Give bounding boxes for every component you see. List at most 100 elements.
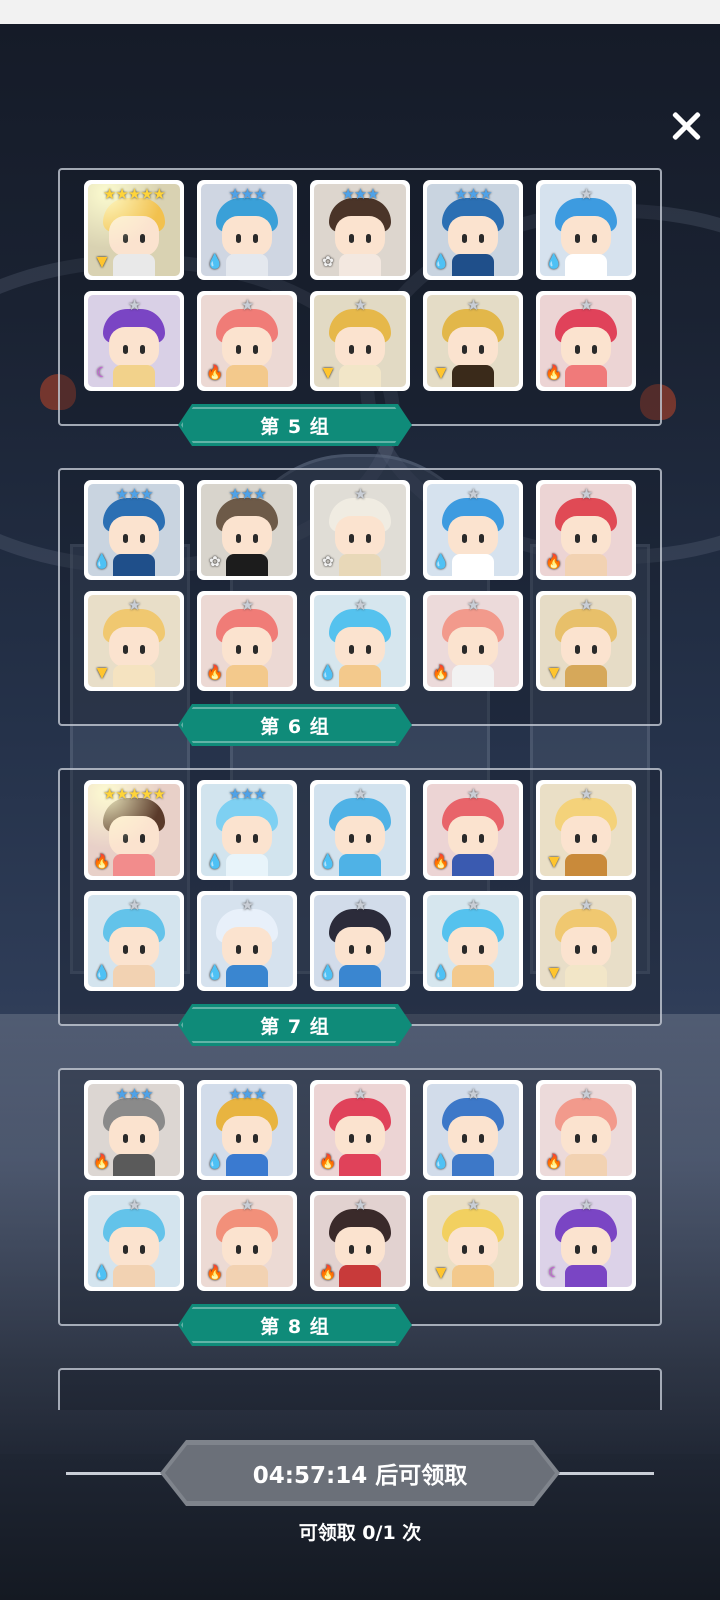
- hero-card[interactable]: ★ ✿: [310, 480, 410, 580]
- star-rating: ★: [466, 485, 480, 503]
- hero-card[interactable]: ★ 💧: [423, 1080, 523, 1180]
- group-label: 第 6 组: [178, 704, 412, 746]
- close-icon[interactable]: [664, 104, 708, 148]
- hero-card[interactable]: ★ ☾: [536, 1191, 636, 1291]
- hero-card[interactable]: ★★★ 🔥: [84, 1080, 184, 1180]
- hero-portrait: ★ ☾: [540, 1195, 632, 1287]
- hero-card[interactable]: ★ 💧: [84, 1191, 184, 1291]
- star-rating: ★: [353, 596, 367, 614]
- fire-element-icon: 🔥: [319, 1154, 337, 1170]
- hero-portrait: ★ 💧: [427, 1084, 519, 1176]
- star-rating: ★★★: [228, 1085, 266, 1103]
- dark-element-icon: ☾: [547, 1265, 561, 1281]
- star-rating: ★★★★★: [102, 785, 166, 803]
- claim-count: 可领取 0/1 次: [298, 1522, 422, 1544]
- star-rating: ★: [353, 785, 367, 803]
- hero-card[interactable]: ★ ▼: [536, 891, 636, 991]
- hero-portrait: ★ 💧: [88, 1195, 180, 1287]
- group-panel: ★★★★★ ▼ ★★★ 💧 ★★★ ✿ ★★★ 💧 ★ 💧 ★ ☾ ★ 🔥 ★ ▼ ★ ▼ ★ 🔥: [58, 168, 662, 426]
- hero-card[interactable]: ★ ▼: [84, 591, 184, 691]
- hero-card[interactable]: ★ 💧: [84, 891, 184, 991]
- hero-card[interactable]: ★★★ 💧: [423, 180, 523, 280]
- group-panel: ★★★ 🔥 ★★★ 💧 ★ 🔥 ★ 💧 ★ 🔥 ★ 💧 ★ 🔥 ★ 🔥 ★ ▼ ★ ☾: [58, 1068, 662, 1326]
- star-rating: ★★★: [228, 185, 266, 203]
- fire-element-icon: 🔥: [545, 1154, 563, 1170]
- hero-card[interactable]: ★★★ ✿: [197, 480, 297, 580]
- water-element-icon: 💧: [93, 554, 111, 570]
- hero-portrait: ★ ▼: [540, 784, 632, 876]
- star-rating: ★: [579, 185, 593, 203]
- hero-card[interactable]: ★ ☾: [84, 291, 184, 391]
- hero-card[interactable]: ★ 💧: [423, 891, 523, 991]
- hero-card[interactable]: ★ 💧: [423, 480, 523, 580]
- status-bar: [0, 0, 720, 24]
- water-element-icon: 💧: [319, 854, 337, 870]
- hero-portrait: ★★★ 🔥: [88, 1084, 180, 1176]
- hero-card[interactable]: ★ 💧: [310, 591, 410, 691]
- water-element-icon: 💧: [545, 254, 563, 270]
- hero-card[interactable]: ★ ▼: [536, 591, 636, 691]
- fire-element-icon: 🔥: [432, 665, 450, 681]
- hero-card[interactable]: ★ 🔥: [310, 1080, 410, 1180]
- hero-grid: ★★★ 🔥 ★★★ 💧 ★ 🔥 ★ 💧 ★ 🔥 ★ 💧 ★ 🔥 ★ 🔥 ★ ▼ ★ ☾: [84, 1080, 636, 1291]
- hero-portrait: ★ 💧: [314, 895, 406, 987]
- hero-portrait: ★ ✿: [314, 484, 406, 576]
- hero-portrait: ★★★ ✿: [314, 184, 406, 276]
- light-element-icon: ▼: [435, 365, 447, 381]
- light-element-icon: ▼: [96, 665, 108, 681]
- star-rating: ★: [127, 1196, 141, 1214]
- hero-portrait: ★ 💧: [427, 895, 519, 987]
- water-element-icon: 💧: [206, 965, 224, 981]
- hero-card[interactable]: ★★★ 💧: [197, 1080, 297, 1180]
- star-rating: ★: [579, 785, 593, 803]
- fire-element-icon: 🔥: [319, 1265, 337, 1281]
- hero-card[interactable]: ★ 🔥: [423, 780, 523, 880]
- star-rating: ★★★: [115, 485, 153, 503]
- hero-card[interactable]: ★★★ ✿: [310, 180, 410, 280]
- hero-card[interactable]: ★ 🔥: [197, 591, 297, 691]
- water-element-icon: 💧: [206, 254, 224, 270]
- claim-button-label: 04:57:14 后可领取: [252, 1463, 468, 1489]
- light-element-icon: ▼: [548, 965, 560, 981]
- hero-card[interactable]: ★ 🔥: [536, 1080, 636, 1180]
- hero-grid: ★★★★★ 🔥 ★★★ 💧 ★ 💧 ★ 🔥 ★ ▼ ★ 💧 ★ 💧 ★ 💧 ★ 💧 ★ ▼: [84, 780, 636, 991]
- water-element-icon: 💧: [206, 854, 224, 870]
- group-list[interactable]: ★★★★★ ▼ ★★★ 💧 ★★★ ✿ ★★★ 💧 ★ 💧 ★ ☾ ★ 🔥 ★ ▼ ★ ▼ ★ 🔥 第 5 组 ★★★ 💧 ★…: [0, 160, 720, 1410]
- hero-card[interactable]: ★★★ 💧: [84, 480, 184, 580]
- hero-portrait: ★ 💧: [540, 184, 632, 276]
- hero-card[interactable]: ★ 🔥: [197, 1191, 297, 1291]
- hero-card[interactable]: ★★★★★ 🔥: [84, 780, 184, 880]
- hero-portrait: ★ ▼: [88, 595, 180, 687]
- hero-portrait: ★ 🔥: [314, 1195, 406, 1287]
- hero-portrait: ★ 🔥: [201, 295, 293, 387]
- hero-card[interactable]: ★ 🔥: [197, 291, 297, 391]
- hero-portrait: ★ ▼: [540, 895, 632, 987]
- hero-card[interactable]: ★ 🔥: [310, 1191, 410, 1291]
- group-panel: ★★★ 💧 ★★★ ✿ ★ ✿ ★ 💧 ★ 🔥 ★ ▼ ★ 🔥 ★ 💧 ★ 🔥 ★ ▼: [58, 468, 662, 726]
- hero-card[interactable]: ★ 💧: [310, 891, 410, 991]
- hero-portrait: ★★★ 💧: [201, 1084, 293, 1176]
- hero-portrait: ★★★ ✿: [201, 484, 293, 576]
- hero-card[interactable]: ★★★ 💧: [197, 780, 297, 880]
- hero-card[interactable]: ★ ▼: [536, 780, 636, 880]
- hero-card[interactable]: ★ 💧: [536, 180, 636, 280]
- star-rating: ★★★: [228, 485, 266, 503]
- hero-card[interactable]: ★ ▼: [423, 1191, 523, 1291]
- hero-card[interactable]: ★ 🔥: [423, 591, 523, 691]
- claim-button[interactable]: 04:57:14 后可领取: [160, 1440, 560, 1506]
- star-rating: ★: [579, 1196, 593, 1214]
- hero-card[interactable]: ★ 💧: [197, 891, 297, 991]
- hero-card[interactable]: ★ 🔥: [536, 291, 636, 391]
- water-element-icon: 💧: [432, 1154, 450, 1170]
- light-element-icon: ▼: [435, 1265, 447, 1281]
- star-rating: ★: [240, 596, 254, 614]
- group-label: 第 8 组: [178, 1304, 412, 1346]
- hero-card[interactable]: ★ ▼: [310, 291, 410, 391]
- hero-card[interactable]: ★ 🔥: [536, 480, 636, 580]
- hero-card[interactable]: ★★★★★ ▼: [84, 180, 184, 280]
- hero-portrait: ★ ▼: [427, 295, 519, 387]
- hero-card[interactable]: ★ ▼: [423, 291, 523, 391]
- hero-card[interactable]: ★ 💧: [310, 780, 410, 880]
- hero-card[interactable]: ★★★ 💧: [197, 180, 297, 280]
- wind-element-icon: ✿: [322, 554, 334, 570]
